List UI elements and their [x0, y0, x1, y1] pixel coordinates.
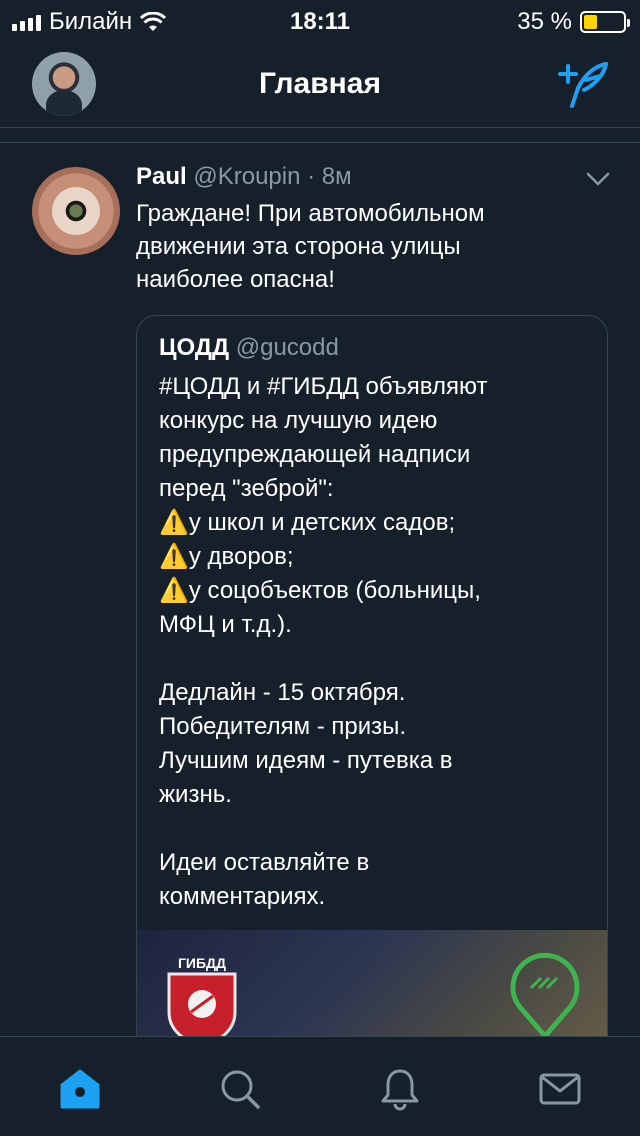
codd-logo-icon	[510, 952, 580, 1036]
top-bar: Главная	[0, 42, 640, 128]
page-title: Главная	[258, 67, 381, 100]
author-name[interactable]: Paul	[136, 163, 187, 190]
search-icon	[221, 1070, 260, 1109]
tab-notifications[interactable]	[378, 1067, 422, 1111]
tweet-header: Paul @Kroupin · 8м	[136, 163, 352, 191]
quoted-tweet-media[interactable]: ГИБДД	[137, 930, 607, 1036]
compose-tweet-icon[interactable]	[556, 58, 612, 110]
bell-icon	[381, 1069, 419, 1111]
quoted-author-handle: @gucodd	[235, 334, 339, 361]
chevron-down-icon[interactable]	[584, 165, 612, 193]
home-icon	[60, 1069, 100, 1109]
tab-search[interactable]	[218, 1067, 262, 1111]
tab-bar	[0, 1036, 640, 1136]
quoted-tweet-text: #ЦОДД и #ГИБДД объявляют конкурс на лучш…	[159, 373, 488, 910]
status-bar: Билайн 18:11 35 %	[0, 0, 640, 42]
quoted-tweet[interactable]: ЦОДД @gucodd #ЦОДД и #ГИБДД объявляют ко…	[136, 315, 608, 1036]
battery-fill	[584, 15, 598, 29]
status-right: 35 %	[517, 8, 630, 36]
tweet[interactable]: Paul @Kroupin · 8м Граждане! При автомоб…	[0, 142, 640, 1036]
quoted-author-name: ЦОДД	[159, 334, 230, 361]
quoted-tweet-header: ЦОДД @gucodd	[159, 334, 339, 362]
tweet-author-avatar[interactable]	[32, 167, 120, 255]
mail-icon	[539, 1073, 581, 1105]
battery-icon	[580, 11, 630, 33]
gibdd-emblem-icon: ГИБДД	[167, 955, 237, 1036]
tab-home[interactable]	[58, 1067, 102, 1111]
tab-messages[interactable]	[538, 1067, 582, 1111]
author-handle-time: @Kroupin · 8м	[193, 163, 352, 190]
tweet-text: Граждане! При автомобильном движении эта…	[136, 200, 485, 293]
battery-percent: 35 %	[517, 8, 572, 35]
emblem-label: ГИБДД	[178, 955, 226, 971]
